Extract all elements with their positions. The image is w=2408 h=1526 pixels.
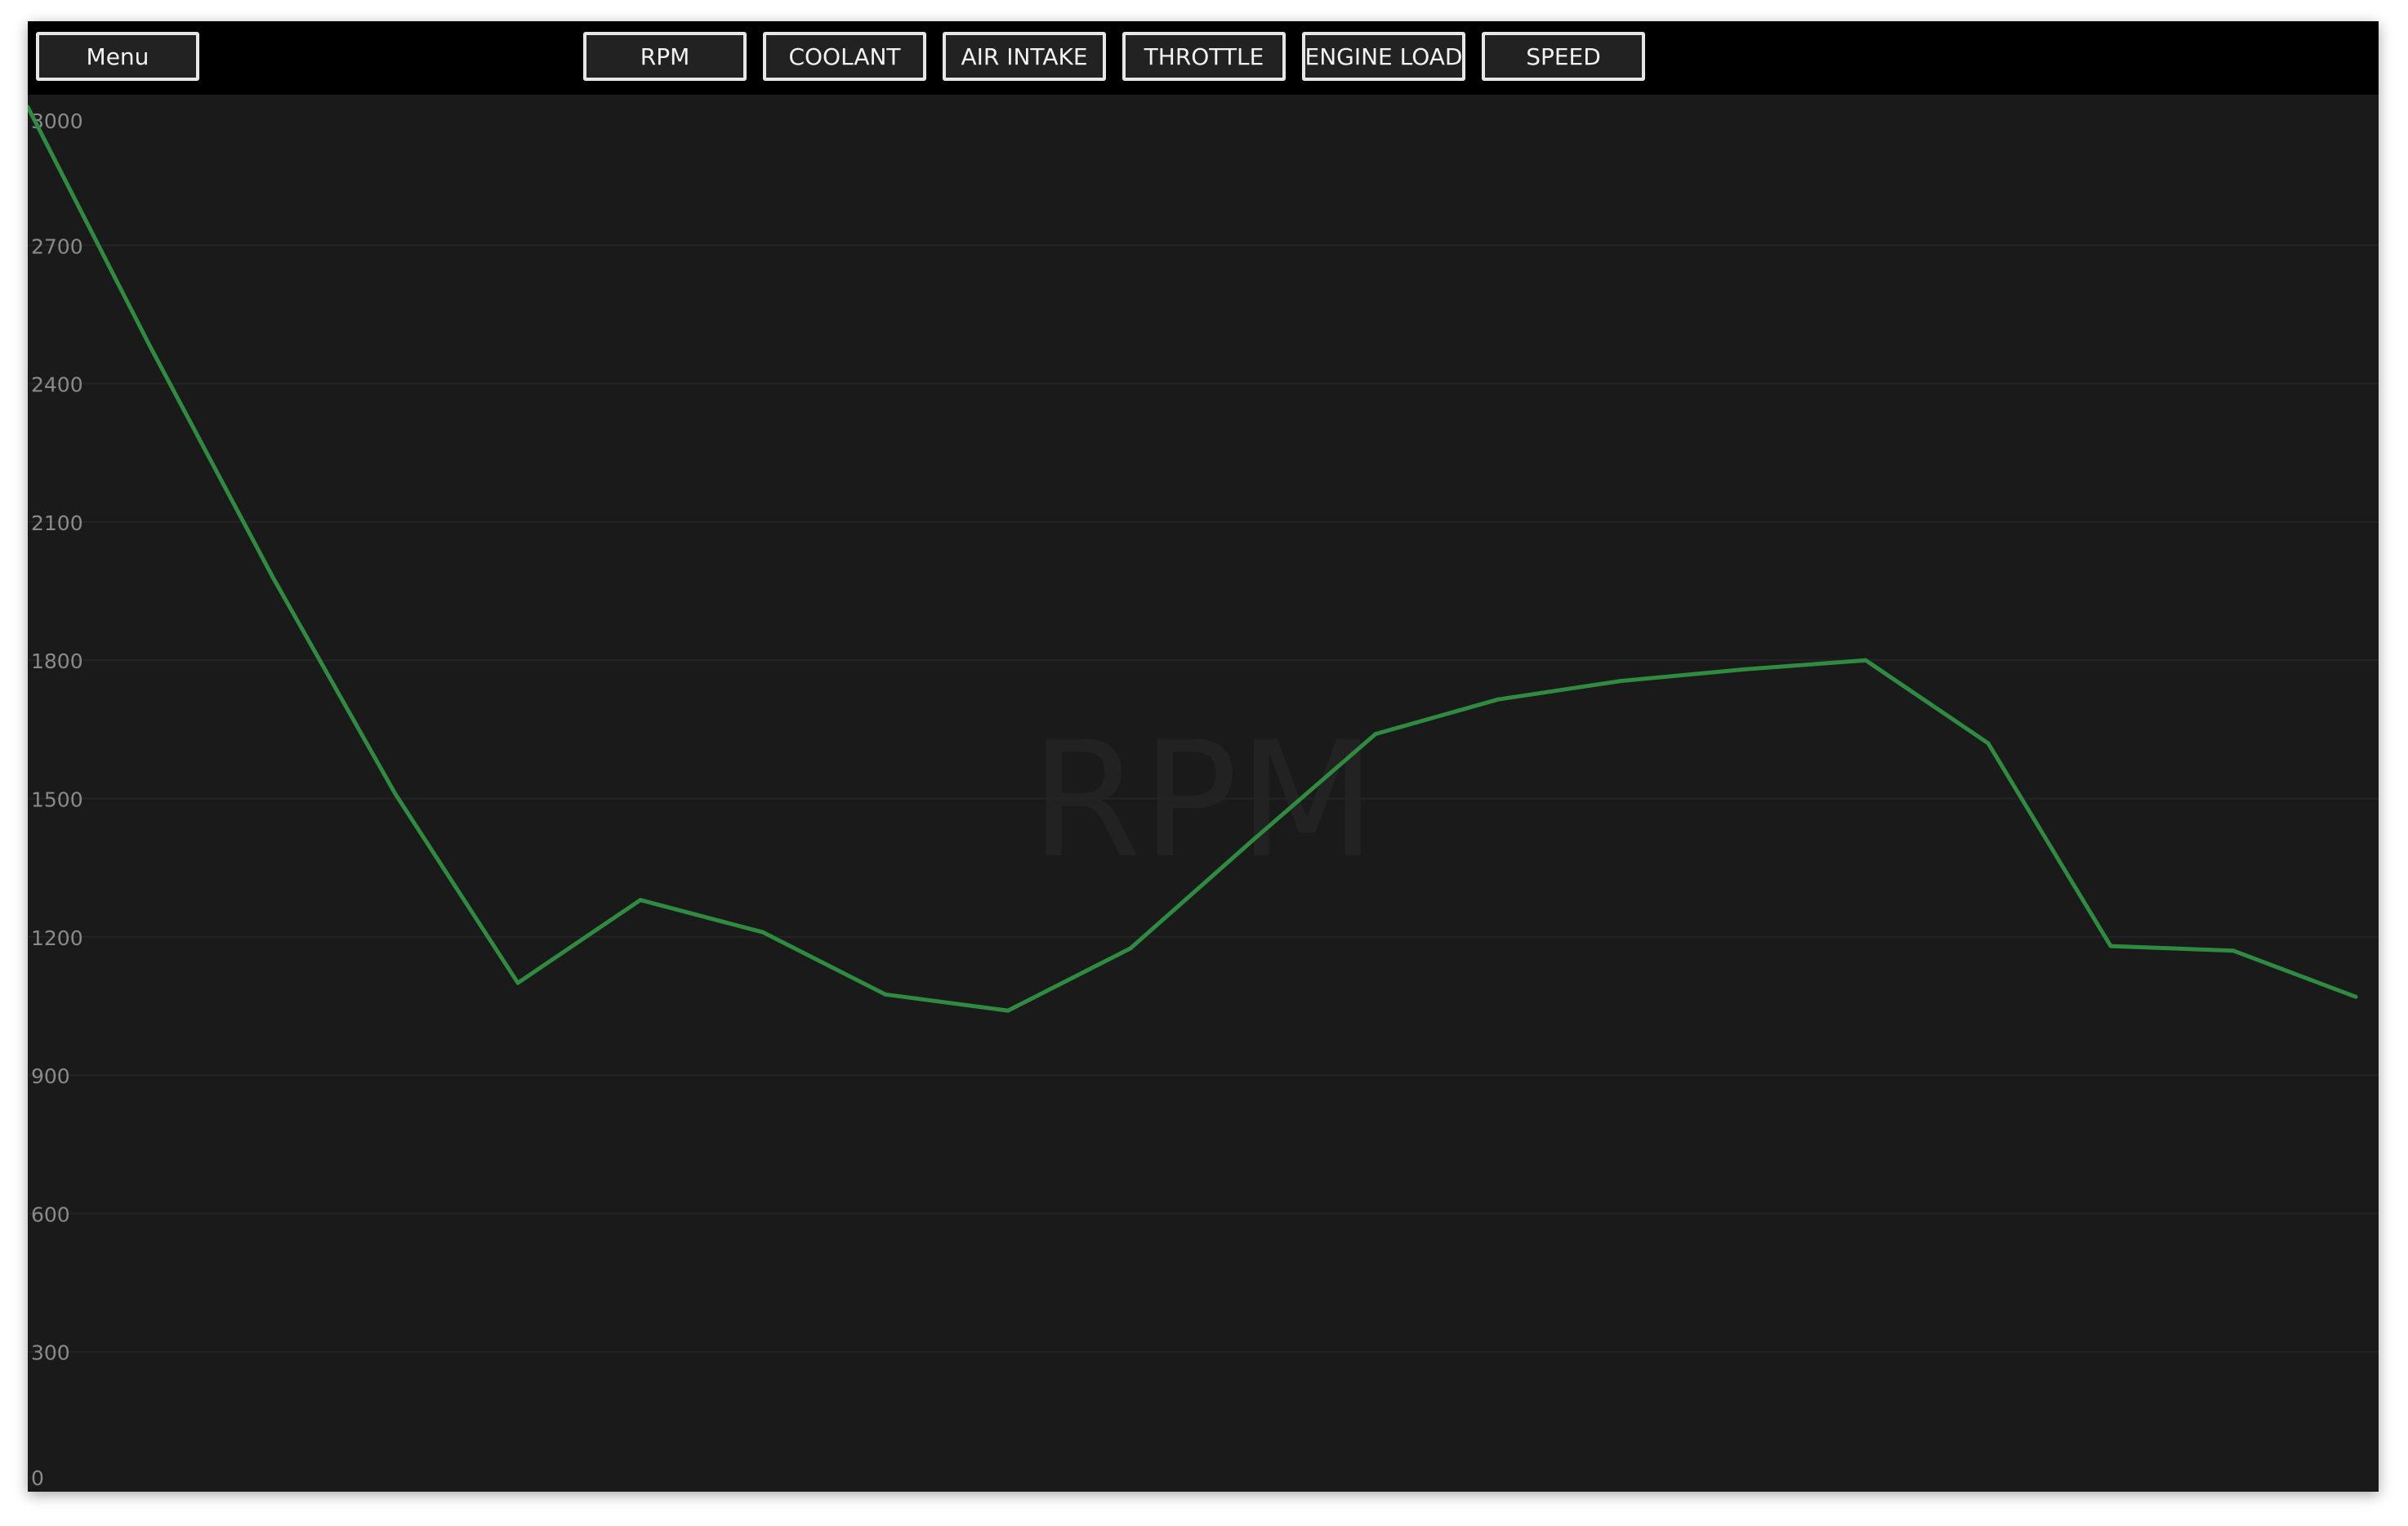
y-tick-label: 2100 <box>31 511 83 535</box>
rpm-data-point <box>270 575 275 580</box>
rpm-data-point <box>1741 667 1746 672</box>
rpm-data-point <box>883 992 888 997</box>
tab-rpm[interactable]: RPM <box>583 32 747 81</box>
rpm-data-point <box>1986 741 1991 746</box>
menu-button[interactable]: Menu <box>36 32 199 81</box>
tab-air-intake[interactable]: AIR INTAKE <box>943 32 1106 81</box>
tab-speed[interactable]: SPEED <box>1482 32 1645 81</box>
tab-engine-load[interactable]: ENGINE LOAD <box>1302 32 1465 81</box>
y-axis-ticks: 03006009001200150018002100240027003000 <box>31 109 83 1490</box>
rpm-data-point <box>515 980 520 985</box>
rpm-data-point <box>760 930 765 935</box>
tab-throttle[interactable]: THROTTLE <box>1122 32 1286 81</box>
y-tick-label: 900 <box>31 1064 70 1088</box>
grid-lines <box>28 244 2379 1353</box>
y-tick-label: 2400 <box>31 373 83 397</box>
rpm-data-point <box>2108 944 2113 948</box>
toolbar: Menu RPM COOLANT AIR INTAKE THROTTLE ENG… <box>28 21 2379 95</box>
rpm-data-point <box>1128 946 1133 951</box>
rpm-line-chart: 03006009001200150018002100240027003000 <box>28 105 2379 1490</box>
tab-coolant[interactable]: COOLANT <box>763 32 926 81</box>
series-layer <box>28 105 2358 1013</box>
chart-area: RPM 0 300 600 900 1200 1500 1800 2100 2400 2700 30… <box>28 95 2379 1492</box>
y-tick-label: 600 <box>31 1203 70 1226</box>
rpm-data-point <box>393 792 398 796</box>
y-tick-label: 1500 <box>31 788 83 812</box>
rpm-data-point <box>1373 731 1378 736</box>
y-tick-label: 1200 <box>31 926 83 950</box>
rpm-data-point <box>1496 697 1501 702</box>
y-tick-label: 2700 <box>31 234 83 258</box>
rpm-data-point <box>1251 837 1255 842</box>
rpm-series-line <box>28 105 2358 1013</box>
app-window: Menu RPM COOLANT AIR INTAKE THROTTLE ENG… <box>28 21 2379 1492</box>
rpm-data-point <box>2353 994 2358 999</box>
rpm-data-point <box>148 344 153 349</box>
rpm-data-point <box>2231 948 2236 953</box>
y-tick-label: 0 <box>31 1466 44 1490</box>
rpm-data-point <box>1618 679 1623 684</box>
rpm-data-point <box>1863 658 1868 663</box>
rpm-data-point <box>1006 1008 1010 1013</box>
rpm-data-point <box>638 898 643 903</box>
y-tick-label: 300 <box>31 1341 70 1365</box>
y-tick-label: 1800 <box>31 649 83 673</box>
